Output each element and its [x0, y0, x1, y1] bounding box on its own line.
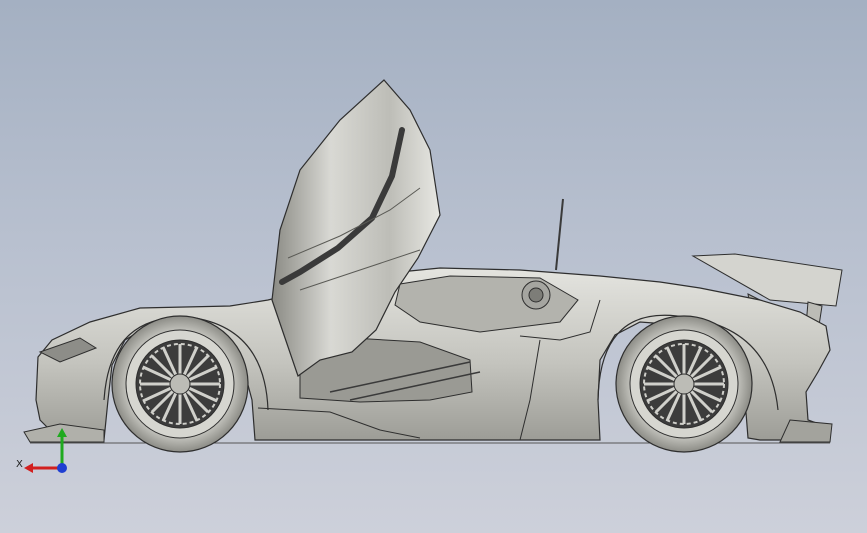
z-axis-dot [57, 463, 67, 473]
coordinate-triad [24, 428, 67, 473]
x-axis-label: X [16, 459, 23, 470]
front-wheel [111, 315, 249, 453]
graphics-viewport[interactable]: X [0, 0, 867, 533]
antenna [555, 198, 564, 271]
car-model[interactable] [0, 0, 867, 533]
rear-wheel [615, 315, 753, 453]
